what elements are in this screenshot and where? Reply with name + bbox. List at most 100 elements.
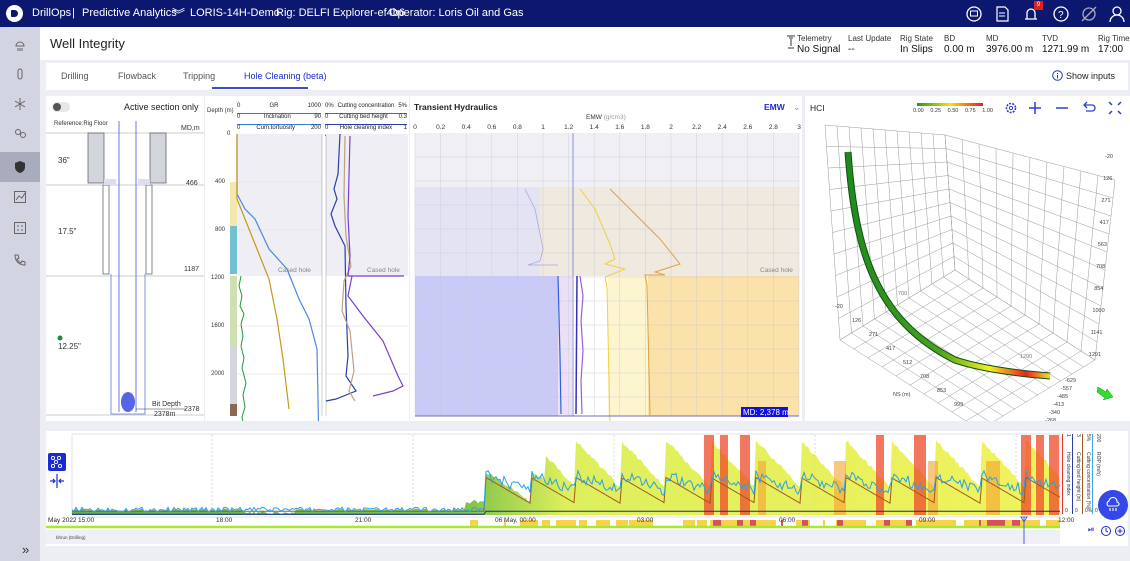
cased-hole-label-2: Cased hole [367, 267, 400, 274]
emw-tick: 2.2 [692, 124, 701, 131]
sidebar-item-weather[interactable] [0, 30, 40, 60]
bell-icon[interactable] [1025, 8, 1037, 20]
tab-bar: Drilling Flowback Tripping Hole Cleaning… [46, 63, 1128, 90]
hci-depth-marker: 700 [898, 291, 907, 297]
emw-tick: 3 [797, 124, 801, 131]
status-block-alert[interactable] [906, 520, 912, 526]
rig-name: Rig: DELFI Explorer-ef4b6 [276, 7, 405, 19]
sidebar-item-phone[interactable] [0, 245, 40, 275]
status-block[interactable] [470, 520, 478, 526]
hci-z-tick: 563 [1098, 242, 1107, 248]
emw-tick: 0 [413, 124, 417, 131]
settings-icon[interactable] [1005, 102, 1017, 114]
hci-ns-tick: 512 [903, 360, 912, 366]
emw-tick: 1.4 [590, 124, 599, 131]
satellite-off-icon[interactable] [1081, 6, 1097, 22]
hci-ns-tick: 417 [886, 346, 895, 352]
status-block[interactable] [596, 520, 610, 526]
status-block-alert[interactable] [802, 520, 808, 526]
logo[interactable] [6, 5, 23, 22]
timeline-legend-2: 5% Cutting concentration (%) 0% [1082, 434, 1092, 514]
tab-drilling[interactable]: Drilling [61, 71, 89, 81]
emw-tick: 2.8 [769, 124, 778, 131]
status-block-alert[interactable] [979, 520, 981, 526]
sidebar-item-dashboard[interactable] [0, 213, 40, 243]
add-circle-icon[interactable] [1115, 526, 1125, 536]
app-name[interactable]: DrillOps [32, 7, 71, 19]
status-block[interactable] [616, 520, 628, 526]
status-block-alert[interactable] [837, 520, 843, 526]
time-tick: 06 May, 00:00 [495, 517, 536, 524]
weather-fab-button[interactable] [1098, 490, 1128, 520]
status-block[interactable] [683, 520, 695, 526]
fullscreen-icon[interactable] [1108, 101, 1122, 115]
show-inputs-button[interactable]: Show inputs [1052, 70, 1115, 81]
status-block-alert[interactable] [987, 520, 1005, 526]
report-icon[interactable] [996, 6, 1009, 22]
status-block[interactable] [556, 520, 576, 526]
hci-alert-band [740, 435, 750, 515]
status-block[interactable] [697, 520, 707, 526]
dashboard-icon [14, 222, 26, 234]
help-icon[interactable]: ? [1053, 6, 1069, 22]
history-icon[interactable] [1101, 526, 1111, 536]
tab-hole-cleaning[interactable]: Hole Cleaning (beta) [244, 71, 327, 81]
timeline-chart [46, 433, 1061, 544]
info-icon [1052, 70, 1063, 81]
timeline-date: May 2022 [48, 517, 77, 524]
stat-rig-state: Rig State In Slips [900, 34, 933, 55]
status-block[interactable] [542, 520, 550, 526]
emw-tick: 0.8 [513, 124, 522, 131]
hci-ew-tick: -340 [1049, 410, 1060, 416]
emw-tick: 2.4 [718, 124, 727, 131]
sidebar-item-drill-bit[interactable] [0, 59, 40, 89]
emw-tick: 0.4 [462, 124, 471, 131]
page-header: Well Integrity Telemetry No Signal Last U… [40, 27, 1130, 60]
status-block-alert[interactable] [750, 520, 756, 526]
status-block-alert[interactable] [884, 520, 890, 526]
svg-text:?: ? [1058, 10, 1064, 21]
well-name[interactable]: LORIS-14H-Demo [190, 7, 280, 19]
stat-md: MD 3976.00 m [986, 34, 1034, 55]
hci-z-tick: 126 [1103, 176, 1112, 182]
sidebar-item-well-integrity[interactable] [0, 152, 40, 182]
status-block-alert[interactable] [737, 520, 743, 526]
section-size-17-5: 17.5" [58, 227, 77, 236]
hci-ns-tick: -20 [835, 304, 843, 310]
status-block-alert[interactable] [1012, 520, 1020, 526]
tab-tripping[interactable]: Tripping [183, 71, 215, 81]
orientation-arrow-icon[interactable] [1096, 386, 1114, 401]
undo-icon[interactable] [1083, 101, 1096, 112]
status-block-alert[interactable] [713, 520, 721, 526]
sidebar-item-rig[interactable] [0, 89, 40, 119]
stat-last-update: Last Update -- [848, 34, 892, 55]
status-block[interactable] [756, 520, 776, 526]
zoom-in-icon[interactable] [1029, 102, 1041, 114]
expand-sidebar-button[interactable]: » [22, 542, 29, 557]
sidebar-item-chart[interactable] [0, 182, 40, 212]
timeline-legend-0: 1 Hole cleaning index 0 [1062, 434, 1071, 514]
hci-ew-tick: -413 [1053, 402, 1064, 408]
time-tick: 06:00 [779, 517, 796, 524]
sidebar-item-team[interactable] [0, 119, 40, 149]
hci-warning-band [928, 461, 938, 515]
status-block[interactable] [823, 520, 825, 526]
emw-tick: 1.8 [641, 124, 650, 131]
skip-to-end-button[interactable]: ⏯ [1088, 525, 1094, 535]
sidebar: » [0, 27, 40, 561]
hci-ns-tick: 853 [937, 388, 946, 394]
bit-depth-value: 2378m [154, 411, 176, 418]
status-block[interactable] [579, 520, 587, 526]
hci-z-tick: 417 [1100, 220, 1109, 226]
hci-panel: HCI 0.00 0.25 0.50 0.75 1.00 -20 126 271 417 563… [805, 96, 1130, 421]
bit-depth-tick: 2378 [184, 406, 200, 413]
chevrons-icon[interactable]: ︾ [172, 4, 185, 23]
hci-z-tick: 1000 [1092, 308, 1104, 314]
emw-tick: 1.6 [615, 124, 624, 131]
chat-icon[interactable] [966, 6, 982, 22]
hci-3d-plot: -20 126 271 417 563 708 854 1000 1141 1291 -20 126 2… [824, 124, 1116, 421]
hci-title: HCI [810, 103, 825, 113]
team-icon [15, 129, 26, 138]
user-icon[interactable] [1109, 6, 1125, 23]
tab-flowback[interactable]: Flowback [118, 71, 156, 81]
